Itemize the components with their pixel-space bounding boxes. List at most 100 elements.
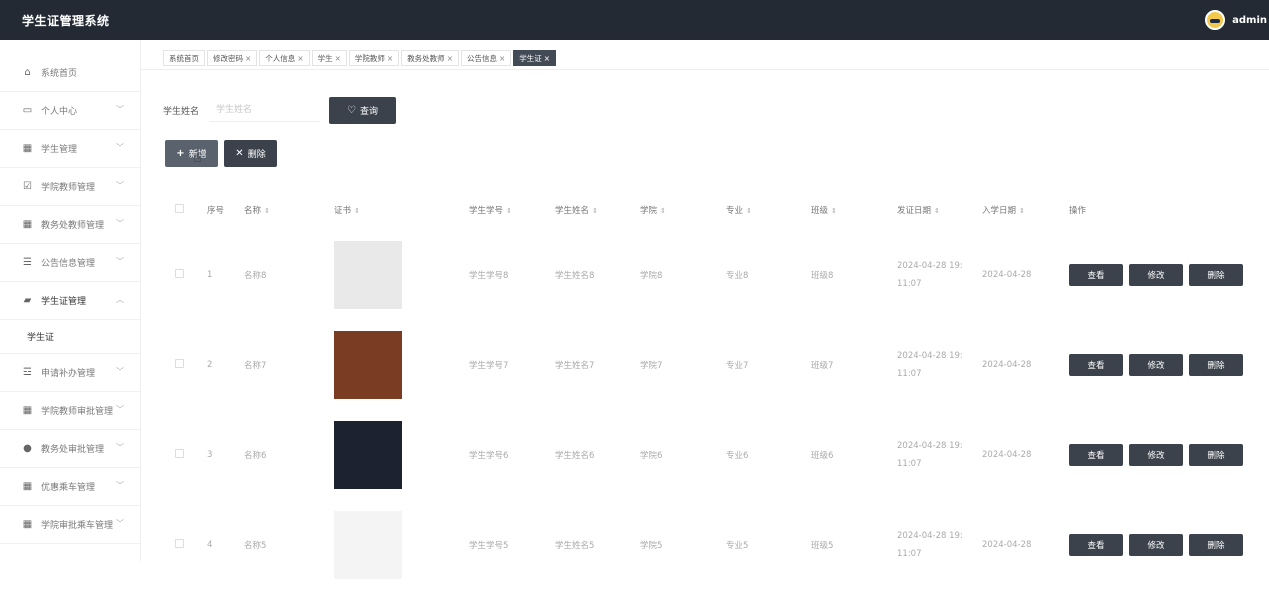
chevron-down-icon: ﹀	[116, 405, 124, 414]
sort-icon[interactable]: ⇕	[746, 207, 752, 215]
sidebar-item-label: 系统首页	[41, 69, 78, 79]
delete-button[interactable]: ✕ 删除	[224, 140, 277, 167]
table-row: 2 名称7 学生学号7 学生姓名7 学院7 专业7 班级7 2024-04-28 19: 11:…	[163, 320, 1259, 410]
search-button[interactable]: ♡ 查询	[329, 97, 396, 124]
tab-student[interactable]: 学生 ×	[311, 50, 347, 66]
sort-icon[interactable]: ⇕	[660, 207, 666, 215]
add-button[interactable]: + 新增	[165, 140, 218, 167]
tab-notice[interactable]: 公告信息 ×	[460, 50, 512, 66]
close-icon[interactable]: ×	[387, 54, 393, 63]
sidebar-subitem-student-card[interactable]: 学生证	[0, 320, 140, 354]
cell-name: 名称5	[244, 541, 267, 551]
avatar[interactable]	[1205, 10, 1226, 30]
sidebar-item-label: 学院教师管理	[41, 183, 96, 193]
tab-change-password[interactable]: 修改密码 ×	[207, 50, 258, 66]
delete-row-button[interactable]: 删除	[1189, 264, 1243, 286]
sidebar-item-academic-approval-management[interactable]: ● 教务处审批管理 ﹀	[0, 430, 140, 468]
col-issue-date[interactable]: 发证日期 ⇕	[897, 190, 982, 230]
sidebar-item-academic-teacher-management[interactable]: ▦ 教务处教师管理 ﹀	[0, 206, 140, 244]
view-button[interactable]: 查看	[1069, 264, 1123, 286]
select-all-checkbox[interactable]	[175, 204, 184, 213]
view-button[interactable]: 查看	[1069, 354, 1123, 376]
close-icon: ✕	[235, 148, 244, 159]
tab-personal-info[interactable]: 个人信息 ×	[259, 50, 310, 66]
sort-icon[interactable]: ⇕	[506, 207, 512, 215]
cell-index: 3	[207, 450, 213, 460]
sort-icon[interactable]: ⇕	[934, 207, 940, 215]
row-select-cell	[163, 320, 207, 410]
close-icon[interactable]: ×	[335, 54, 341, 63]
edit-button[interactable]: 修改	[1129, 264, 1183, 286]
sort-icon[interactable]: ⇕	[1019, 207, 1025, 215]
row-checkbox[interactable]	[175, 269, 184, 278]
col-name[interactable]: 名称 ⇕	[244, 190, 334, 230]
sidebar-item-discount-ride-management[interactable]: ▦ 优惠乘车管理 ﹀	[0, 468, 140, 506]
col-student-no[interactable]: 学生学号 ⇕	[469, 190, 555, 230]
col-student-name[interactable]: 学生姓名 ⇕	[555, 190, 640, 230]
issue-date-line: 11:07	[897, 459, 922, 469]
sort-icon[interactable]: ⇕	[831, 207, 837, 215]
cell-college: 学院5	[640, 541, 663, 551]
delete-row-button[interactable]: 删除	[1189, 534, 1243, 556]
cell-index: 4	[207, 540, 213, 550]
user-menu[interactable]: admin	[1205, 10, 1267, 30]
sidebar-item-student-management[interactable]: ▦ 学生管理 ﹀	[0, 130, 140, 168]
search-button-label: 查询	[359, 107, 378, 117]
col-certificate[interactable]: 证书 ⇕	[334, 190, 469, 230]
sidebar-item-college-teacher-management[interactable]: ☑ 学院教师管理 ﹀	[0, 168, 140, 206]
tab-student-card[interactable]: 学生证 ×	[513, 50, 557, 66]
sidebar-item-college-ride-approval-management[interactable]: ▦ 学院审批乘车管理 ﹀	[0, 506, 140, 544]
close-icon[interactable]: ×	[447, 54, 453, 63]
row-checkbox[interactable]	[175, 449, 184, 458]
tab-academic-teacher[interactable]: 教务处教师 ×	[401, 50, 459, 66]
sort-icon[interactable]: ⇕	[592, 207, 598, 215]
grid-icon: ▦	[22, 481, 33, 492]
username[interactable]: admin	[1232, 15, 1267, 26]
cell-major: 专业8	[726, 271, 749, 281]
certificate-image[interactable]	[334, 241, 402, 309]
view-button[interactable]: 查看	[1069, 444, 1123, 466]
sidebar-item-college-approval-management[interactable]: ▦ 学院教师审批管理 ﹀	[0, 392, 140, 430]
grid-icon: ▦	[22, 219, 33, 230]
close-icon[interactable]: ×	[544, 54, 550, 63]
row-checkbox[interactable]	[175, 539, 184, 548]
thumbs-up-icon: ▰	[23, 295, 32, 306]
tab-label: 学生证	[519, 53, 542, 63]
sidebar-item-student-card-management[interactable]: ▰ 学生证管理 ︿	[0, 282, 140, 320]
sidebar-item-reissue-management[interactable]: ☲ 申请补办管理 ﹀	[0, 354, 140, 392]
row-checkbox[interactable]	[175, 359, 184, 368]
delete-row-button[interactable]: 删除	[1189, 444, 1243, 466]
certificate-image[interactable]	[334, 511, 402, 579]
certificate-image[interactable]	[334, 331, 402, 399]
sidebar-item-home[interactable]: ⌂ 系统首页	[0, 54, 140, 92]
close-icon[interactable]: ×	[499, 54, 505, 63]
tab-label: 学院教师	[354, 53, 385, 63]
sidebar-item-notice-management[interactable]: ☰ 公告信息管理 ﹀	[0, 244, 140, 282]
cell-certificate	[334, 500, 469, 590]
sidebar-item-label: 学院教师审批管理	[41, 407, 114, 417]
col-class[interactable]: 班级 ⇕	[811, 190, 897, 230]
certificate-image[interactable]	[334, 421, 402, 489]
tab-label: 系统首页	[169, 53, 199, 63]
edit-button[interactable]: 修改	[1129, 354, 1183, 376]
delete-row-button[interactable]: 删除	[1189, 354, 1243, 376]
plus-icon: +	[176, 148, 185, 159]
col-enroll-date[interactable]: 入学日期 ⇕	[982, 190, 1069, 230]
edit-button[interactable]: 修改	[1129, 534, 1183, 556]
col-major[interactable]: 专业 ⇕	[726, 190, 811, 230]
cell-name: 名称6	[244, 451, 267, 461]
edit-button[interactable]: 修改	[1129, 444, 1183, 466]
view-button[interactable]: 查看	[1069, 534, 1123, 556]
sidebar-item-label: 学生管理	[41, 145, 78, 155]
tab-home[interactable]: 系统首页	[163, 50, 205, 66]
tab-college-teacher[interactable]: 学院教师 ×	[348, 50, 400, 66]
close-icon[interactable]: ×	[297, 54, 303, 63]
sort-icon[interactable]: ⇕	[264, 207, 270, 215]
chevron-down-icon: ﹀	[116, 105, 124, 114]
sort-icon[interactable]: ⇕	[354, 207, 360, 215]
col-college[interactable]: 学院 ⇕	[640, 190, 726, 230]
close-icon[interactable]: ×	[245, 54, 251, 63]
sidebar-item-label: 学生证管理	[41, 297, 87, 307]
sidebar-item-personal-center[interactable]: ▭ 个人中心 ﹀	[0, 92, 140, 130]
search-input[interactable]	[210, 98, 320, 122]
